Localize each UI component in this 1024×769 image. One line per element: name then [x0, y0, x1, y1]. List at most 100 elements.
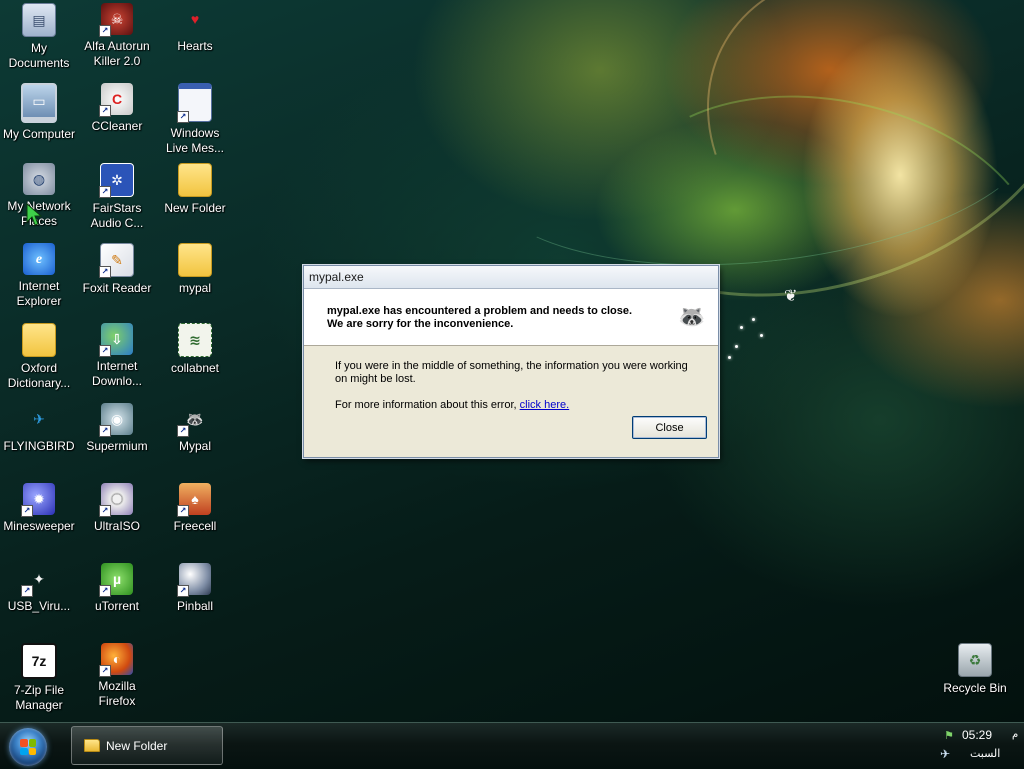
desktop-icon-label: Internet Downlo...: [91, 359, 143, 388]
desktop-icon-hearts[interactable]: ♥ Hearts: [156, 3, 234, 54]
wallpaper-sparkle: [760, 334, 763, 337]
taskbar: New Folder ⚑ 05:29 م ✈ السبت: [0, 722, 1024, 769]
desktop-icon-label: Hearts: [177, 39, 213, 53]
desktop-icon-label: Mozilla Firefox: [98, 679, 136, 708]
desktop-icon-label: USB_Viru...: [7, 599, 71, 613]
desktop-icon-minesweeper[interactable]: ✹ ↗ Minesweeper: [0, 483, 78, 534]
desktop-icon-foxit-reader[interactable]: ✎ ↗ Foxit Reader: [78, 243, 156, 296]
desktop-icon-internet-download-manager[interactable]: ⇩ ↗ Internet Downlo...: [78, 323, 156, 389]
error-dialog: mypal.exe mypal.exe has encountered a pr…: [303, 265, 719, 458]
desktop-icon-label: Pinball: [176, 599, 214, 613]
desktop-icon-new-folder[interactable]: New Folder: [156, 163, 234, 216]
clock-time[interactable]: 05:29: [962, 728, 992, 742]
desktop-icon-recycle-bin[interactable]: ♻ Recycle Bin: [936, 643, 1014, 696]
desktop-icon-oxford-dictionary[interactable]: Oxford Dictionary...: [0, 323, 78, 391]
desktop-icon-windows-live-messenger[interactable]: ↗ Windows Live Mes...: [156, 83, 234, 156]
shortcut-arrow-icon: ↗: [99, 505, 111, 517]
desktop-icon-label: Minesweeper: [3, 519, 75, 533]
shortcut-arrow-icon: ↗: [99, 585, 111, 597]
shortcut-arrow-icon: ↗: [99, 345, 111, 357]
more-info-text: For more information about this error,: [335, 399, 520, 411]
disc-icon: ↗: [99, 483, 133, 517]
desktop-icon-ccleaner[interactable]: C ↗ CCleaner: [78, 83, 156, 134]
dialog-title-bar[interactable]: mypal.exe: [304, 266, 718, 289]
utorrent-icon: µ ↗: [99, 563, 133, 597]
desktop-icon-label: Internet Explorer: [16, 279, 62, 308]
desktop-icon-my-documents[interactable]: ▤ My Documents: [0, 3, 78, 71]
supermium-icon: ◉ ↗: [99, 403, 133, 437]
skull-icon: ☠ ↗: [99, 3, 133, 37]
desktop-icon-mypal[interactable]: 🦝 ↗ Mypal: [156, 403, 234, 454]
taskbar-button-new-folder[interactable]: New Folder: [71, 726, 223, 765]
desktop-icon-label: CCleaner: [91, 119, 143, 133]
desktop-icon-label: Mypal: [178, 439, 211, 453]
dialog-more-info: For more information about this error, c…: [335, 399, 695, 412]
shortcut-arrow-icon: ↗: [177, 505, 189, 517]
network-tray-icon[interactable]: ⚑: [944, 729, 954, 742]
desktop-icon-mypal-folder[interactable]: mypal: [156, 243, 234, 296]
folder-icon: [178, 243, 212, 277]
certificate-icon: ≋: [178, 323, 212, 357]
shortcut-arrow-icon: ↗: [177, 585, 189, 597]
7zip-icon: 7z: [21, 643, 57, 679]
desktop-icon-usb-virus-scan[interactable]: ✦ ↗ USB_Viru...: [0, 563, 78, 614]
desktop-icon-label: 7-Zip File Manager: [13, 683, 64, 712]
desktop-icon-alfa-autorun-killer[interactable]: ☠ ↗ Alfa Autorun Killer 2.0: [78, 3, 156, 69]
shortcut-arrow-icon: ↗: [21, 505, 33, 517]
shortcut-arrow-icon: ↗: [21, 585, 33, 597]
internet-explorer-icon: e: [23, 243, 55, 275]
shortcut-arrow-icon: ↗: [99, 665, 111, 677]
desktop-icon-7zip-file-manager[interactable]: 7z 7-Zip File Manager: [0, 643, 78, 713]
desktop-icon-internet-explorer[interactable]: e Internet Explorer: [0, 243, 78, 309]
system-tray: ⚑ 05:29 م ✈ السبت: [934, 723, 1024, 769]
desktop-icon-label: FairStars Audio C...: [90, 201, 144, 230]
desktop-icon-label: FLYINGBIRD: [3, 439, 75, 453]
ccleaner-icon: C ↗: [99, 83, 133, 117]
desktop-icon-mozilla-firefox[interactable]: ◐ ↗ Mozilla Firefox: [78, 643, 156, 709]
desktop-icon-label: UltraISO: [93, 519, 140, 533]
dialog-body-text: If you were in the middle of something, …: [335, 360, 688, 385]
volume-tray-icon[interactable]: ✈: [940, 747, 950, 761]
desktop-icon-label: Alfa Autorun Killer 2.0: [84, 39, 150, 68]
desktop-icon-label: Foxit Reader: [82, 281, 152, 295]
desktop-icon-pinball[interactable]: ↗ Pinball: [156, 563, 234, 614]
window-icon: ↗: [177, 83, 212, 123]
dialog-header-message: mypal.exe has encountered a problem and …: [327, 305, 633, 330]
taskbar-button-label: New Folder: [106, 738, 168, 753]
start-button[interactable]: [9, 728, 47, 766]
desktop-icon-freecell[interactable]: ♠ ↗ Freecell: [156, 483, 234, 534]
usb-shield-icon: ✦ ↗: [21, 563, 55, 597]
desktop-icon-flyingbird[interactable]: ✈ FLYINGBIRD: [0, 403, 78, 454]
wallpaper-sparkle: [735, 345, 738, 348]
recycle-bin-icon: ♻: [958, 643, 992, 677]
desktop-icon-supermium[interactable]: ◉ ↗ Supermium: [78, 403, 156, 454]
wallpaper-sparkle: [740, 326, 743, 329]
desktop-icon-label: Oxford Dictionary...: [7, 361, 71, 390]
folder-icon: [178, 163, 212, 197]
raccoon-icon: 🦝 ↗: [177, 403, 211, 437]
folder-icon: [84, 739, 100, 752]
desktop-icon-collabnet[interactable]: ≋ collabnet: [156, 323, 234, 376]
shortcut-arrow-icon: ↗: [99, 105, 111, 117]
desktop-icon-utorrent[interactable]: µ ↗ uTorrent: [78, 563, 156, 614]
click-here-link[interactable]: click here.: [520, 399, 570, 411]
wallpaper-sparkle: [728, 356, 731, 359]
desktop-icon-label: Recycle Bin: [943, 681, 1007, 695]
shortcut-arrow-icon: ↗: [99, 425, 111, 437]
recycle-arrows-icon: ✲ ↗: [99, 163, 134, 198]
desktop-icon-label: Freecell: [173, 519, 217, 533]
shortcut-arrow-icon: ↗: [177, 425, 189, 437]
raccoon-icon: 🦝: [678, 304, 706, 329]
desktop-icon-my-computer[interactable]: ▭ My Computer: [0, 83, 78, 142]
desktop: ❦ ▤ My Documents ☠ ↗ Alfa Autorun Killer …: [0, 0, 1024, 722]
close-button[interactable]: Close: [632, 416, 707, 439]
desktop-icon-fairstars-audio-converter[interactable]: ✲ ↗ FairStars Audio C...: [78, 163, 156, 231]
shortcut-arrow-icon: ↗: [99, 266, 111, 278]
firefox-icon: ◐ ↗: [99, 643, 133, 677]
desktop-icon-label: uTorrent: [94, 599, 140, 613]
clock-day: السبت: [970, 748, 1001, 760]
desktop-icon-label: mypal: [178, 281, 211, 295]
download-globe-icon: ⇩ ↗: [99, 323, 133, 357]
desktop-icon-ultraiso[interactable]: ↗ UltraISO: [78, 483, 156, 534]
shortcut-arrow-icon: ↗: [177, 111, 189, 123]
